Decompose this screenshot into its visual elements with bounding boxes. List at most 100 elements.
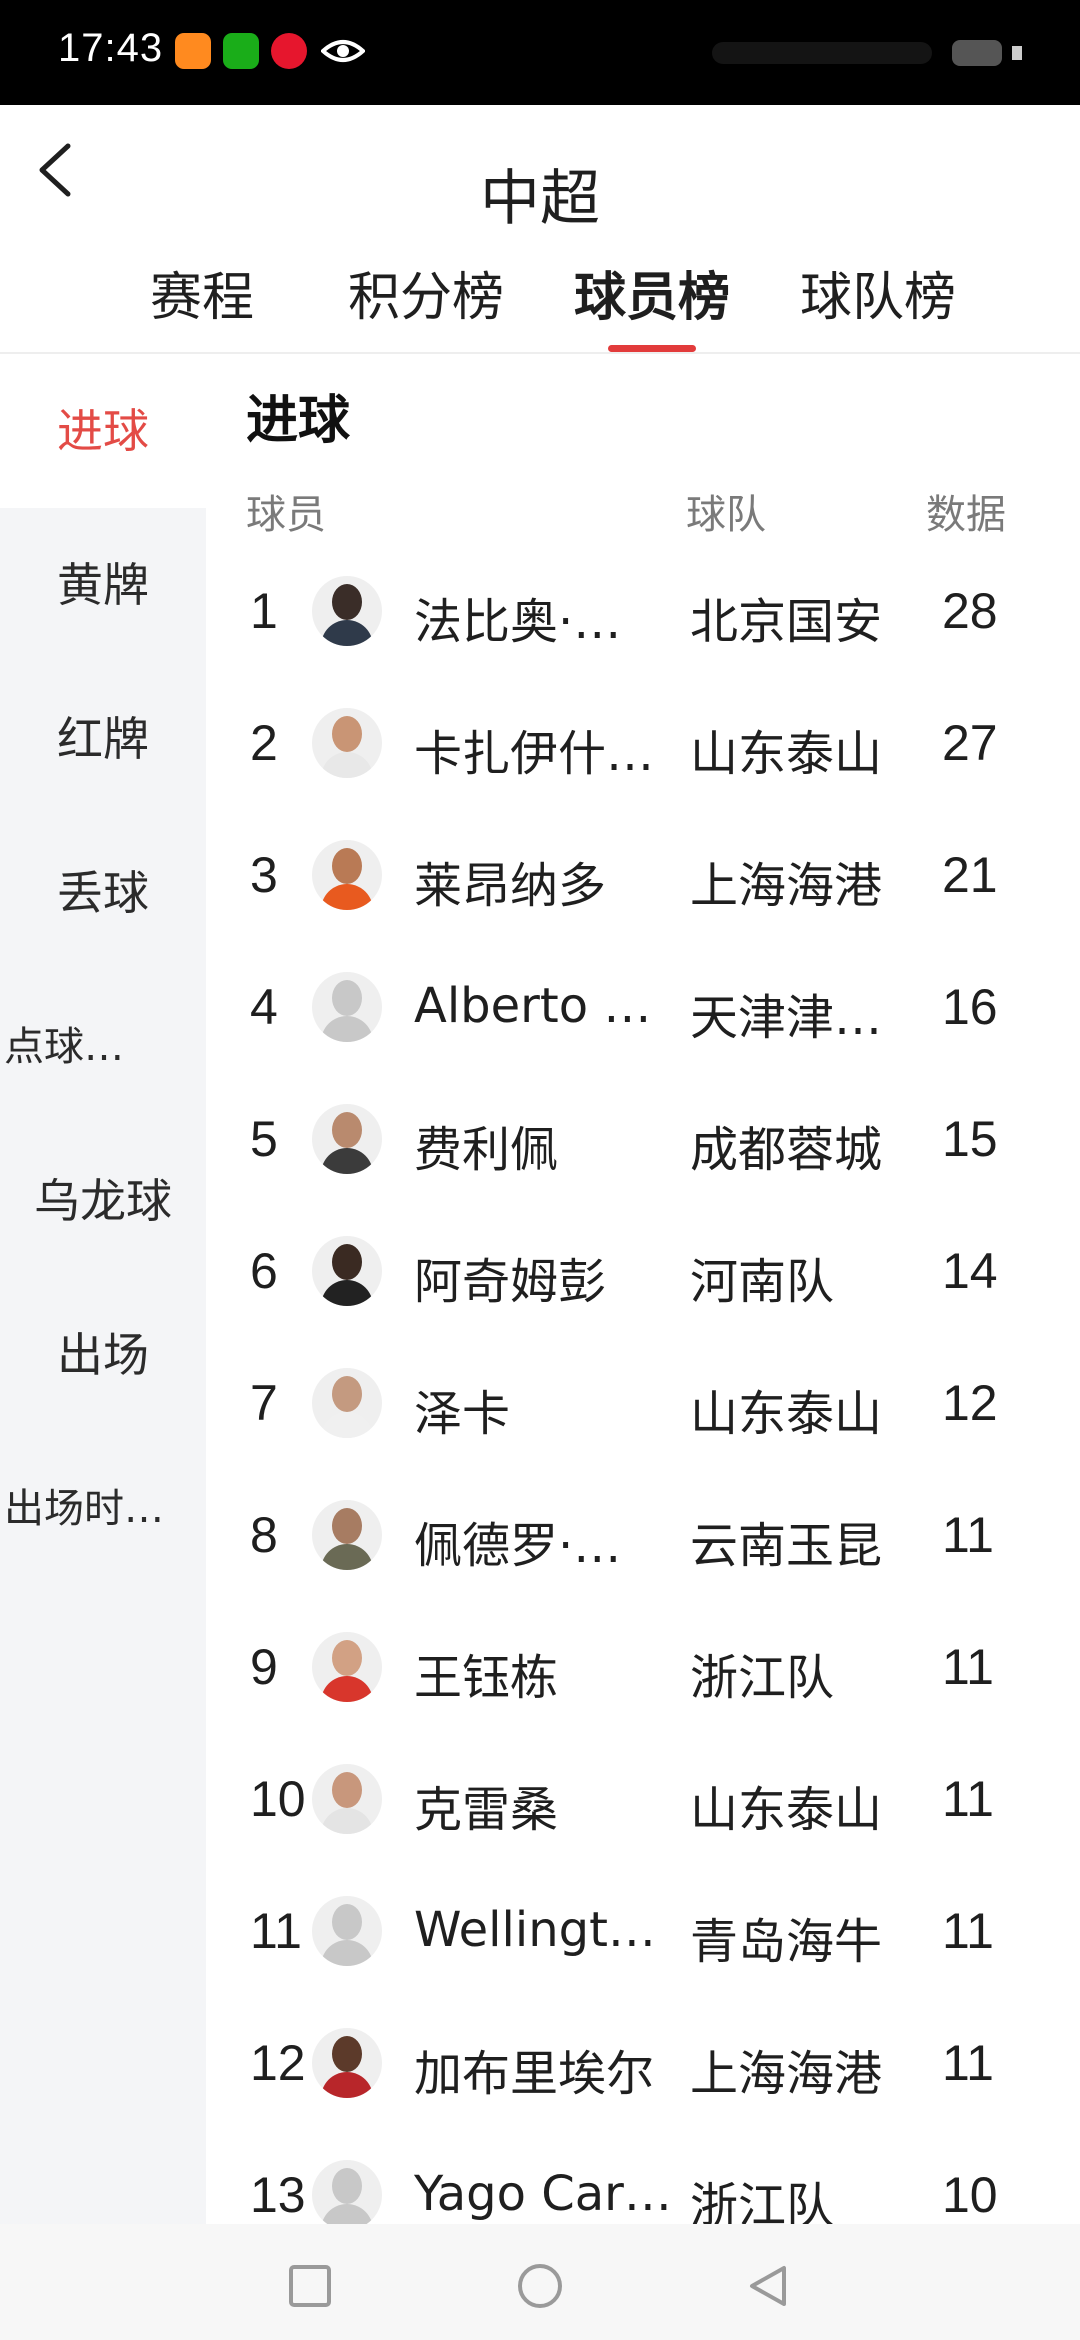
sidebar-item-penalties[interactable]: 点球… bbox=[0, 970, 206, 1124]
list-item[interactable]: 3 莱昂纳多 上海海港 21 bbox=[206, 812, 1080, 944]
rank-number: 7 bbox=[250, 1375, 278, 1431]
avatar bbox=[312, 1236, 382, 1306]
column-header-player: 球员 bbox=[246, 492, 326, 538]
team-name: 成都蓉城 bbox=[690, 1122, 883, 1178]
list-item[interactable]: 12 加布里埃尔 上海海港 11 bbox=[206, 2000, 1080, 2132]
stat-value: 11 bbox=[942, 1903, 994, 1959]
stat-value: 14 bbox=[942, 1243, 998, 1299]
system-status-icons bbox=[712, 30, 1042, 74]
list-item[interactable]: 9 王钰栋 浙江队 11 bbox=[206, 1604, 1080, 1736]
stat-value: 15 bbox=[942, 1111, 998, 1167]
stat-value: 16 bbox=[942, 979, 998, 1035]
sidebar-item-lost-balls[interactable]: 丢球 bbox=[0, 816, 206, 970]
tab-bar: 赛程 积分榜 球员榜 球队榜 bbox=[0, 255, 1080, 350]
team-name: 上海海港 bbox=[690, 858, 883, 914]
page-title: 中超 bbox=[480, 164, 600, 234]
player-name: 佩德罗·… bbox=[414, 1518, 622, 1574]
tab-standings[interactable]: 积分榜 bbox=[342, 255, 510, 350]
recents-square-icon[interactable] bbox=[286, 2262, 334, 2310]
system-navigation-bar bbox=[0, 2224, 1080, 2340]
team-name: 浙江队 bbox=[690, 1650, 835, 1706]
avatar bbox=[312, 840, 382, 910]
player-name: Wellingt… bbox=[414, 1902, 656, 1958]
avatar bbox=[312, 1500, 382, 1570]
rank-number: 8 bbox=[250, 1507, 278, 1563]
team-name: 云南玉昆 bbox=[690, 1518, 883, 1574]
sidebar-item-red-cards[interactable]: 红牌 bbox=[0, 662, 206, 816]
list-item[interactable]: 4 Alberto … 天津津… 16 bbox=[206, 944, 1080, 1076]
sidebar-item-minutes-played[interactable]: 出场时… bbox=[0, 1432, 206, 1586]
team-name: 天津津… bbox=[690, 990, 883, 1046]
tab-team-rankings[interactable]: 球队榜 bbox=[794, 255, 962, 350]
team-name: 山东泰山 bbox=[690, 1386, 883, 1442]
battery-tip-icon bbox=[1012, 46, 1022, 60]
rank-number: 10 bbox=[250, 1771, 306, 1827]
sidebar-item-appearances[interactable]: 出场 bbox=[0, 1278, 206, 1432]
battery-icon bbox=[952, 40, 1002, 66]
list-item[interactable]: 10 克雷桑 山东泰山 11 bbox=[206, 1736, 1080, 1868]
list-item[interactable]: 1 法比奥·… 北京国安 28 bbox=[206, 548, 1080, 680]
sidebar-item-own-goals[interactable]: 乌龙球 bbox=[0, 1124, 206, 1278]
stat-value: 11 bbox=[942, 2035, 994, 2091]
player-name: 莱昂纳多 bbox=[414, 858, 607, 914]
avatar bbox=[312, 708, 382, 778]
team-name: 青岛海牛 bbox=[690, 1914, 883, 1970]
tab-player-rankings[interactable]: 球员榜 bbox=[568, 255, 736, 350]
list-item[interactable]: 2 卡扎伊什… 山东泰山 27 bbox=[206, 680, 1080, 812]
player-name: 费利佩 bbox=[414, 1122, 559, 1178]
rank-number: 11 bbox=[250, 1903, 302, 1959]
list-item[interactable]: 11 Wellingt… 青岛海牛 11 bbox=[206, 1868, 1080, 2000]
player-name: 卡扎伊什… bbox=[414, 726, 655, 782]
avatar bbox=[312, 1764, 382, 1834]
section-title: 进球 bbox=[246, 391, 351, 451]
avatar bbox=[312, 2028, 382, 2098]
rank-number: 1 bbox=[250, 583, 278, 639]
stat-value: 11 bbox=[942, 1771, 994, 1827]
avatar-placeholder-icon bbox=[312, 2160, 382, 2230]
list-item[interactable]: 8 佩德罗·… 云南玉昆 11 bbox=[206, 1472, 1080, 1604]
stat-value: 21 bbox=[942, 847, 998, 903]
column-header-data: 数据 bbox=[926, 492, 1006, 538]
rank-number: 9 bbox=[250, 1639, 278, 1695]
tab-schedule[interactable]: 赛程 bbox=[146, 255, 258, 350]
status-bar: 17:43 bbox=[0, 0, 1080, 105]
avatar-placeholder-icon bbox=[312, 1896, 382, 1966]
stat-value: 11 bbox=[942, 1507, 994, 1563]
avatar bbox=[312, 1368, 382, 1438]
player-name: 加布里埃尔 bbox=[414, 2046, 655, 2102]
team-name: 山东泰山 bbox=[690, 1782, 883, 1838]
stat-value: 11 bbox=[942, 1639, 994, 1695]
wechat-icon bbox=[223, 33, 259, 69]
list-item[interactable]: 6 阿奇姆彭 河南队 14 bbox=[206, 1208, 1080, 1340]
stat-value: 27 bbox=[942, 715, 998, 771]
avatar bbox=[312, 1632, 382, 1702]
sidebar-item-yellow-cards[interactable]: 黄牌 bbox=[0, 508, 206, 662]
list-item[interactable]: 5 费利佩 成都蓉城 15 bbox=[206, 1076, 1080, 1208]
home-circle-icon[interactable] bbox=[516, 2262, 564, 2310]
player-name: 泽卡 bbox=[414, 1386, 511, 1442]
status-time: 17:43 bbox=[58, 26, 164, 70]
rank-number: 3 bbox=[250, 847, 278, 903]
list-item[interactable]: 7 泽卡 山东泰山 12 bbox=[206, 1340, 1080, 1472]
back-triangle-icon[interactable] bbox=[744, 2262, 792, 2310]
avatar bbox=[312, 1104, 382, 1174]
team-name: 上海海港 bbox=[690, 2046, 883, 2102]
rank-number: 2 bbox=[250, 715, 278, 771]
stat-value: 10 bbox=[942, 2167, 998, 2223]
avatar bbox=[312, 576, 382, 646]
team-name: 北京国安 bbox=[690, 594, 883, 650]
weibo-icon bbox=[271, 33, 307, 69]
rank-number: 6 bbox=[250, 1243, 278, 1299]
signal-icons bbox=[712, 42, 932, 64]
rank-number: 12 bbox=[250, 2035, 306, 2091]
rank-number: 4 bbox=[250, 979, 278, 1035]
column-header-team: 球队 bbox=[686, 492, 766, 538]
stat-category-sidebar: 进球 黄牌 红牌 丢球 点球… 乌龙球 出场 出场时… bbox=[0, 354, 206, 2224]
sidebar-item-goals[interactable]: 进球 bbox=[0, 354, 206, 508]
stat-value: 28 bbox=[942, 583, 998, 639]
player-name: Alberto … bbox=[414, 978, 652, 1034]
app-notification-icon bbox=[175, 33, 211, 69]
rank-number: 13 bbox=[250, 2167, 306, 2223]
active-tab-indicator bbox=[608, 345, 696, 352]
eye-icon bbox=[321, 40, 365, 62]
